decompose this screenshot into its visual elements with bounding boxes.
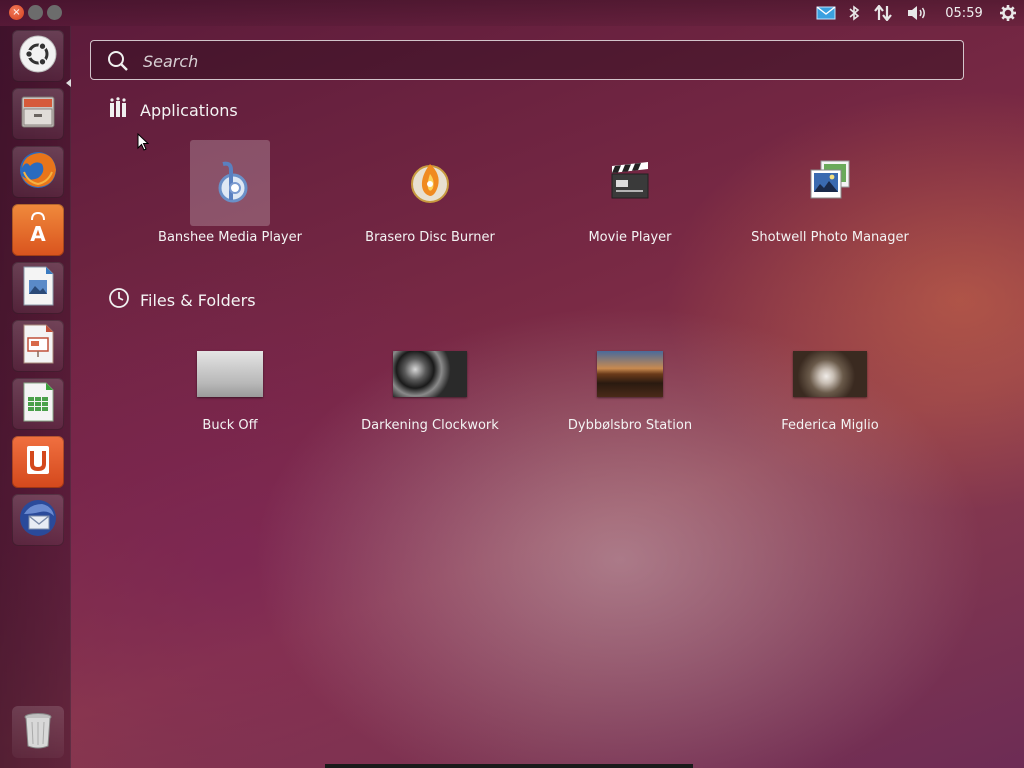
active-indicator <box>66 79 71 87</box>
applications-title: Applications <box>140 100 238 120</box>
firefox-icon <box>16 148 60 196</box>
launcher-item-files[interactable] <box>12 88 64 140</box>
mail-icon[interactable] <box>814 0 838 26</box>
clock-recent-icon <box>108 287 130 313</box>
thunderbird-icon <box>16 496 60 544</box>
trash-icon <box>20 710 56 754</box>
files-folders-header[interactable]: Files & Folders <box>108 288 256 312</box>
launcher-item-dash-home[interactable] <box>12 30 64 82</box>
file-tile-thumb-wrap <box>390 338 470 410</box>
gear-icon[interactable] <box>996 0 1020 26</box>
volume-icon[interactable] <box>904 0 930 26</box>
search-box[interactable] <box>90 40 964 80</box>
launcher-item-libreoffice-writer[interactable] <box>12 262 64 314</box>
applications-category-icon <box>108 97 130 123</box>
app-tile-icon-wrap <box>590 140 670 226</box>
ubuntu-logo-icon <box>18 34 58 78</box>
launcher-item-trash[interactable] <box>12 706 64 758</box>
file-tile-thumb-wrap <box>590 338 670 410</box>
file-tile-thumb-wrap <box>190 338 270 410</box>
launcher-item-thunderbird[interactable] <box>12 494 64 546</box>
file-tile-thumb-wrap <box>790 338 870 410</box>
shopping-bag-icon: A <box>18 208 58 252</box>
file-tile-label: Buck Off <box>202 418 258 433</box>
file-tile-label: Darkening Clockwork <box>361 418 499 433</box>
impress-presentation-icon <box>18 322 58 370</box>
app-tile-brasero[interactable]: Brasero Disc Burner <box>330 140 530 250</box>
banshee-icon <box>205 156 255 210</box>
app-tile-icon-wrap <box>390 140 470 226</box>
clapperboard-icon <box>605 156 655 210</box>
launcher-item-libreoffice-calc[interactable] <box>12 378 64 430</box>
files-folders-title: Files & Folders <box>140 290 256 310</box>
app-tile-label: Movie Player <box>588 230 672 245</box>
search-input[interactable] <box>141 46 945 76</box>
app-tile-banshee[interactable]: Banshee Media Player <box>130 140 330 250</box>
writer-document-icon <box>18 264 58 312</box>
app-tile-icon-wrap <box>190 140 270 226</box>
file-cabinet-icon <box>18 92 58 136</box>
file-tile-label: Federica Miglio <box>781 418 879 433</box>
file-tile-buck-off[interactable]: Buck Off <box>130 338 330 448</box>
brasero-icon <box>405 156 455 210</box>
calc-spreadsheet-icon <box>18 380 58 428</box>
file-thumbnail <box>197 351 263 397</box>
launcher-item-firefox[interactable] <box>12 146 64 198</box>
app-tile-label: Banshee Media Player <box>158 230 302 245</box>
file-thumbnail <box>597 351 663 397</box>
bottom-edge-bar <box>325 764 693 768</box>
window-minimize-button[interactable] <box>28 5 43 20</box>
search-icon <box>107 50 129 76</box>
mouse-cursor-icon <box>137 132 150 155</box>
app-tile-label: Shotwell Photo Manager <box>751 230 909 245</box>
app-tile-icon-wrap <box>790 140 870 226</box>
shotwell-icon <box>805 156 855 210</box>
launcher: A <box>0 26 71 768</box>
file-thumbnail <box>393 351 467 397</box>
app-tile-shotwell[interactable]: Shotwell Photo Manager <box>730 140 930 250</box>
svg-text:A: A <box>30 222 46 246</box>
file-tile-darkening-clockwork[interactable]: Darkening Clockwork <box>330 338 530 448</box>
file-tile-dybbolsbro-station[interactable]: Dybbølsbro Station <box>530 338 730 448</box>
top-panel: × 05:59 <box>0 0 1024 26</box>
file-thumbnail <box>793 351 867 397</box>
network-icon[interactable] <box>872 0 894 26</box>
launcher-item-libreoffice-impress[interactable] <box>12 320 64 372</box>
file-tile-federica-miglio[interactable]: Federica Miglio <box>730 338 930 448</box>
app-tile-movie-player[interactable]: Movie Player <box>530 140 730 250</box>
file-tile-label: Dybbølsbro Station <box>567 418 693 433</box>
window-close-button[interactable]: × <box>9 5 24 20</box>
app-tile-label: Brasero Disc Burner <box>365 230 495 245</box>
ubuntu-one-icon <box>18 440 58 484</box>
window-maximize-button[interactable] <box>47 5 62 20</box>
launcher-item-ubuntu-one[interactable] <box>12 436 64 488</box>
launcher-item-software-center[interactable]: A <box>12 204 64 256</box>
applications-header[interactable]: Applications <box>108 97 238 123</box>
clock[interactable]: 05:59 <box>940 0 988 26</box>
bluetooth-icon[interactable] <box>844 0 864 26</box>
